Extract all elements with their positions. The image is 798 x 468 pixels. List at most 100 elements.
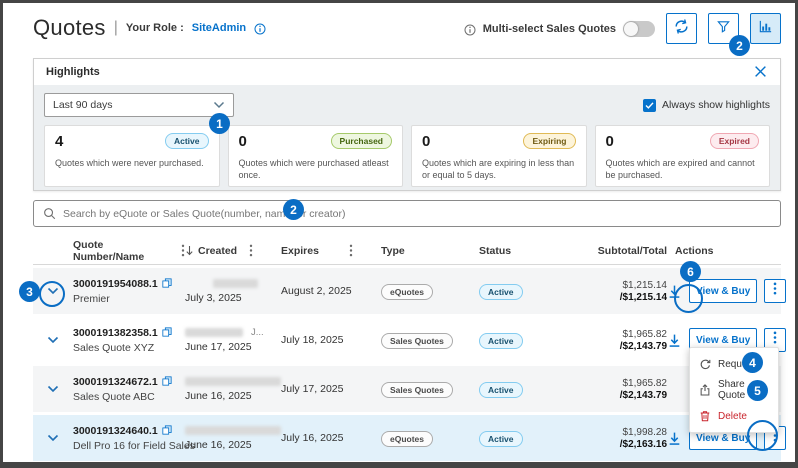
redacted-creator — [213, 279, 258, 288]
download-icon[interactable] — [667, 431, 682, 446]
type-badge: eQuotes — [381, 431, 433, 447]
column-header-number[interactable]: Quote Number/Name — [73, 239, 185, 263]
expand-row-button[interactable] — [33, 380, 73, 398]
created-date: June 16, 2025 — [185, 390, 281, 402]
expand-row-button[interactable] — [33, 429, 73, 447]
quote-name: Sales Quote ABC — [73, 391, 185, 403]
subtotal-value: $1,965.82 — [585, 378, 667, 389]
callout-badge-6: 6 — [680, 261, 701, 282]
subtotal-value: $1,965.82 — [585, 329, 667, 340]
column-menu-icon[interactable] — [349, 244, 353, 257]
highlights-header: Highlights — [34, 59, 780, 85]
created-date: June 16, 2025 — [185, 439, 281, 451]
callout-badge-4: 4 — [742, 352, 763, 373]
status-badge: Expired — [710, 133, 759, 149]
copy-icon[interactable] — [162, 376, 172, 389]
status-badge: Active — [479, 284, 523, 300]
chevron-down-icon — [213, 101, 225, 109]
table-header: Quote Number/Name Created Expires — [33, 237, 781, 265]
quote-number: 3000191954088.1 — [73, 278, 158, 290]
always-show-label: Always show highlights — [662, 99, 770, 111]
quote-name: Premier — [73, 293, 185, 305]
stat-card-expiring: 0 Expiring Quotes which are expiring in … — [411, 125, 587, 187]
filter-icon — [716, 19, 731, 39]
stat-count: 0 — [422, 133, 430, 150]
total-value: /$2,143.79 — [585, 341, 667, 352]
copy-icon[interactable] — [162, 278, 172, 291]
period-select-value: Last 90 days — [53, 99, 113, 111]
table-row[interactable]: 3000191324640.1 Dell Pro 16 for Field Sa… — [33, 415, 781, 461]
highlights-chart-button[interactable] — [750, 13, 781, 44]
status-badge: Active — [479, 431, 523, 447]
quote-name: Dell Pro 16 for Field Sales — [73, 440, 185, 452]
search-bar — [33, 200, 781, 227]
quotes-page: Quotes | Your Role : SiteAdmin Multi-sel… — [0, 0, 798, 468]
menu-item-requote[interactable]: Requote — [690, 351, 778, 377]
callout-badge-3: 3 — [19, 281, 40, 302]
quote-name: Sales Quote XYZ — [73, 342, 185, 354]
column-header-expires[interactable]: Expires — [281, 244, 381, 257]
created-date: July 3, 2025 — [185, 292, 281, 304]
toggle-knob — [624, 22, 638, 36]
copy-icon[interactable] — [162, 327, 172, 340]
created-date: June 17, 2025 — [185, 341, 281, 353]
refresh-button[interactable] — [666, 13, 697, 44]
expires-date: August 2, 2025 — [281, 285, 381, 297]
stat-card-expired: 0 Expired Quotes which are expired and c… — [595, 125, 771, 187]
status-badge: Active — [479, 333, 523, 349]
total-value: /$1,215.14 — [585, 292, 667, 303]
stat-count: 0 — [606, 133, 614, 150]
total-value: /$2,143.79 — [585, 390, 667, 401]
role-label: Your Role : — [126, 22, 184, 34]
chevron-down-icon — [47, 331, 59, 349]
sort-desc-icon — [185, 245, 194, 256]
highlights-body: Last 90 days Always show highlights — [34, 85, 780, 190]
column-header-created[interactable]: Created — [185, 244, 281, 257]
callout-ring-kebab — [747, 420, 778, 451]
period-select[interactable]: Last 90 days — [44, 93, 234, 117]
search-input[interactable] — [63, 208, 771, 220]
redacted-creator — [185, 328, 243, 337]
stat-card-active: 4 Active Quotes which were never purchas… — [44, 125, 220, 187]
column-header-subtotal: Subtotal/Total — [585, 245, 667, 257]
always-show-checkbox[interactable] — [643, 99, 656, 112]
stat-count: 4 — [55, 133, 63, 150]
total-value: /$2,163.16 — [585, 439, 667, 450]
trash-icon — [699, 410, 711, 422]
copy-icon[interactable] — [162, 425, 172, 438]
callout-badge-2: 2 — [729, 35, 750, 56]
type-badge: Sales Quotes — [381, 382, 453, 398]
kebab-icon — [773, 282, 777, 300]
column-header-type: Type — [381, 245, 473, 257]
expires-date: July 16, 2025 — [281, 432, 381, 444]
role-value: SiteAdmin — [192, 22, 246, 34]
stat-description: Quotes which were never purchased. — [55, 157, 209, 169]
callout-badge-2: 2 — [283, 199, 304, 220]
chevron-down-icon — [47, 380, 59, 398]
title-separator: | — [114, 19, 118, 37]
highlights-panel: Highlights Last 90 days — [33, 58, 781, 191]
close-icon[interactable] — [754, 65, 768, 79]
stat-count: 0 — [239, 133, 247, 150]
creator-truncated: J... — [251, 327, 264, 338]
download-icon[interactable] — [667, 333, 682, 348]
table-row[interactable]: 3000191382358.1 Sales Quote XYZ J... Jun… — [33, 317, 781, 363]
info-icon[interactable] — [254, 22, 266, 34]
expires-date: July 17, 2025 — [281, 383, 381, 395]
stat-description: Quotes which are expiring in less than o… — [422, 157, 576, 181]
stat-card-purchased: 0 Purchased Quotes which were purchased … — [228, 125, 404, 187]
row-menu-button[interactable] — [764, 279, 786, 303]
column-header-status: Status — [473, 245, 585, 257]
table-row[interactable]: 3000191324672.1 Sales Quote ABC June 16,… — [33, 366, 781, 412]
table-row[interactable]: 3000191954088.1 Premier July 3, 2025 Aug… — [33, 268, 781, 314]
multiselect-toggle[interactable] — [623, 21, 655, 37]
info-icon[interactable] — [464, 23, 476, 35]
column-menu-icon[interactable] — [249, 244, 253, 257]
subtotal-value: $1,215.14 — [585, 280, 667, 291]
expand-row-button[interactable] — [33, 331, 73, 349]
page-title: Quotes — [33, 15, 106, 41]
type-badge: eQuotes — [381, 284, 433, 300]
callout-badge-1: 1 — [209, 113, 230, 134]
callout-ring-download — [674, 284, 703, 313]
page-header: Quotes | Your Role : SiteAdmin — [33, 15, 266, 41]
